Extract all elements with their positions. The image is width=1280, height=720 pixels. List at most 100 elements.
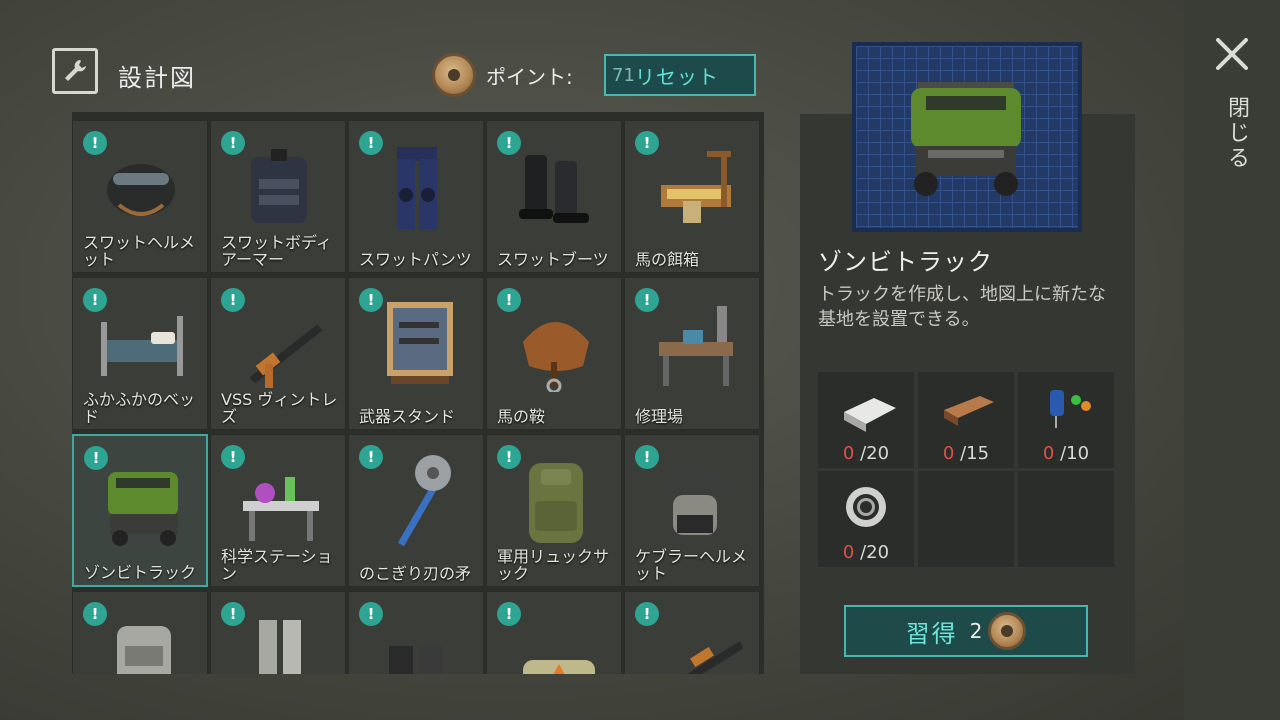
blueprint-item-label: 修理場 xyxy=(635,407,684,426)
swat-pants-icon xyxy=(367,135,467,235)
horse-feeder-icon xyxy=(643,135,743,235)
blueprint-grid: ! スワットヘルメット! スワットボディアーマー! スワットパンツ! スワットブーツ! 馬… xyxy=(72,120,760,674)
requirement-need: /20 xyxy=(860,542,890,563)
blueprint-item-label: ケブラーヘルメット xyxy=(635,547,748,583)
new-badge-icon: ! xyxy=(359,131,383,155)
selected-item-description: トラックを作成し、地図上に新たな基地を設置できる。 xyxy=(818,284,1106,330)
empty-requirement-slot xyxy=(1018,471,1114,567)
new-badge-icon: ! xyxy=(635,602,659,626)
requirement-have: 0 xyxy=(942,443,955,464)
blueprint-item-label: 武器スタンド xyxy=(359,407,456,426)
blueprint-item[interactable]: ! 武器スタンド xyxy=(348,277,484,430)
new-badge-icon: ! xyxy=(497,445,521,469)
bed-icon xyxy=(91,292,191,392)
blueprint-item-label: 馬の鞍 xyxy=(497,407,546,426)
gear-token-icon xyxy=(988,612,1027,650)
new-badge-icon: ! xyxy=(497,602,521,626)
blueprint-item-label: スワットボディアーマー xyxy=(221,233,332,269)
reset-label: リセット xyxy=(634,64,719,89)
blueprint-item[interactable]: ! xyxy=(210,591,346,674)
blueprint-item[interactable]: ! ゾンビトラック xyxy=(72,434,208,587)
blueprint-item-label: VSS ヴィントレズ xyxy=(221,390,338,426)
new-badge-icon: ! xyxy=(221,131,245,155)
new-badge-icon: ! xyxy=(497,131,521,155)
requirement-need: /20 xyxy=(860,443,890,464)
requirement-slot: 0 /20 xyxy=(818,372,914,468)
blueprint-item-label: スワットブーツ xyxy=(497,250,609,269)
blueprint-item[interactable]: ! スワットボディアーマー xyxy=(210,120,346,273)
blueprint-item-label: スワットヘルメット xyxy=(83,233,196,269)
bearing-icon xyxy=(836,481,896,531)
requirement-have: 0 xyxy=(1042,443,1055,464)
requirement-count: 0 /20 xyxy=(818,443,914,464)
new-badge-icon: ! xyxy=(359,445,383,469)
blueprint-item[interactable]: ! 修理場 xyxy=(624,277,760,430)
points-value: 71 xyxy=(612,64,635,86)
points-display: ポイント: 71 リセット xyxy=(432,53,756,97)
electronic-parts-icon xyxy=(1036,382,1096,432)
selected-item-name: ゾンビトラック xyxy=(818,248,993,276)
aluminum-ingot-icon xyxy=(836,382,896,432)
selected-blueprint-image xyxy=(852,42,1082,232)
new-badge-icon: ! xyxy=(83,131,107,155)
blueprint-item[interactable]: ! VSS ヴィントレズ xyxy=(210,277,346,430)
blueprint-grid-panel[interactable]: ! スワットヘルメット! スワットボディアーマー! スワットパンツ! スワットブーツ! 馬… xyxy=(72,112,764,674)
close-label[interactable]: 閉じる xyxy=(1220,96,1252,171)
requirements-grid: 0 /20 0 /15 0 /10 0 /20 xyxy=(818,372,1114,567)
close-icon[interactable] xyxy=(1214,36,1250,72)
blueprint-item[interactable]: ! xyxy=(624,591,760,674)
blueprint-item[interactable]: ! ふかふかのベッド xyxy=(72,277,208,430)
swat-body-armor-icon xyxy=(229,135,329,235)
requirement-need: /15 xyxy=(960,443,990,464)
learn-button[interactable]: 習得 2 xyxy=(844,605,1088,657)
new-badge-icon: ! xyxy=(635,288,659,312)
wood-plank-icon xyxy=(936,382,996,432)
page-title: 設計図 xyxy=(118,64,196,92)
blueprint-item-label: ふかふかのベッド xyxy=(83,390,196,426)
swat-helmet-icon xyxy=(91,135,191,235)
requirement-need: /10 xyxy=(1060,443,1090,464)
workbench-icon xyxy=(643,292,743,392)
kevlar-helmet-icon xyxy=(643,449,743,549)
new-badge-icon: ! xyxy=(83,602,107,626)
blueprint-item-label: 科学ステーション xyxy=(221,547,333,583)
blueprint-item[interactable]: ! 馬の餌箱 xyxy=(624,120,760,273)
blueprint-item[interactable]: ! のこぎり刃の矛 xyxy=(348,434,484,587)
science-station-icon xyxy=(229,449,329,549)
blueprint-item-label: 軍用リュックサック xyxy=(497,547,610,583)
blueprint-item-label: のこぎり刃の矛 xyxy=(359,564,472,583)
requirement-count: 0 /20 xyxy=(818,542,914,563)
new-badge-icon: ! xyxy=(221,288,245,312)
new-badge-icon: ! xyxy=(635,131,659,155)
blueprint-item-label: ゾンビトラック xyxy=(84,563,197,582)
blueprint-item[interactable]: ! 科学ステーション xyxy=(210,434,346,587)
reset-points-button[interactable]: 71 リセット xyxy=(604,54,756,96)
blueprint-item[interactable]: ! xyxy=(72,591,208,674)
blueprint-item-label: 馬の餌箱 xyxy=(635,250,700,269)
zombie-truck-icon xyxy=(911,82,1021,196)
new-badge-icon: ! xyxy=(83,288,107,312)
blueprint-item[interactable]: ! ケブラーヘルメット xyxy=(624,434,760,587)
rifle-icon xyxy=(229,292,329,392)
requirement-count: 0 /10 xyxy=(1018,443,1114,464)
requirement-have: 0 xyxy=(842,542,855,563)
blueprint-item[interactable]: ! xyxy=(348,591,484,674)
blueprint-item[interactable]: ! 馬の鞍 xyxy=(486,277,622,430)
blueprint-item[interactable]: ! スワットパンツ xyxy=(348,120,484,273)
requirement-have: 0 xyxy=(842,443,855,464)
requirement-slot: 0 /20 xyxy=(818,471,914,567)
truck-icon xyxy=(92,450,192,550)
blueprint-item[interactable]: ! xyxy=(486,591,622,674)
requirement-slot: 0 /15 xyxy=(918,372,1014,468)
swat-boots-icon xyxy=(505,135,605,235)
blueprint-map-icon xyxy=(52,48,98,94)
new-badge-icon: ! xyxy=(84,446,108,470)
blueprint-item[interactable]: ! 軍用リュックサック xyxy=(486,434,622,587)
requirement-slot: 0 /10 xyxy=(1018,372,1114,468)
new-badge-icon: ! xyxy=(635,445,659,469)
points-label: ポイント: xyxy=(486,64,573,89)
blueprint-item[interactable]: ! スワットヘルメット xyxy=(72,120,208,273)
blueprint-item-label: スワットパンツ xyxy=(359,250,472,269)
saddle-icon xyxy=(505,292,605,394)
blueprint-item[interactable]: ! スワットブーツ xyxy=(486,120,622,273)
